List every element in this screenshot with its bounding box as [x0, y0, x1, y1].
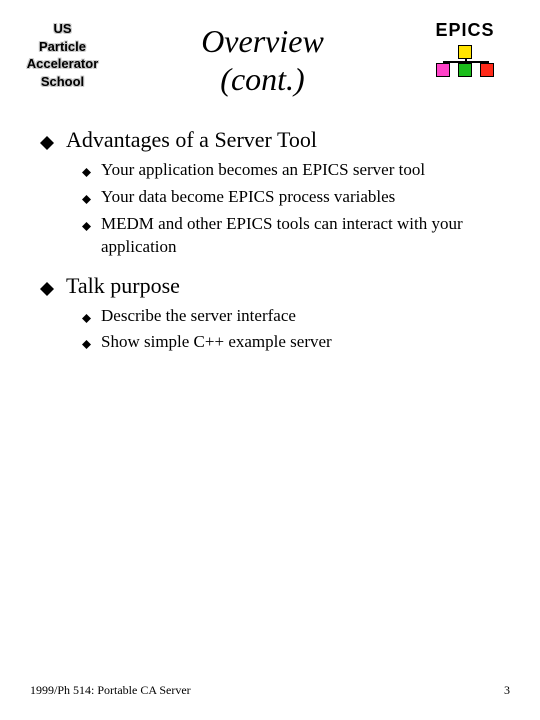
slide-content: Advantages of a Server Tool Your applica… [0, 109, 540, 355]
diamond-bullet-icon [82, 195, 91, 204]
item-text: Your data become EPICS process variables [101, 186, 395, 209]
square-icon [480, 63, 494, 77]
square-icon [458, 63, 472, 77]
list-item: Your application becomes an EPICS server… [82, 159, 500, 182]
section-title: Talk purpose [66, 273, 180, 299]
square-icon [436, 63, 450, 77]
diamond-bullet-icon [40, 136, 54, 150]
diamond-bullet-icon [82, 314, 91, 323]
item-text: Show simple C++ example server [101, 331, 332, 354]
section-heading: Talk purpose [40, 273, 500, 299]
slide-footer: 1999/Ph 514: Portable CA Server 3 [30, 683, 510, 698]
footer-left: 1999/Ph 514: Portable CA Server [30, 683, 191, 698]
epics-label: EPICS [420, 20, 510, 41]
title-line1: Overview [105, 22, 420, 60]
epics-logo: EPICS [420, 20, 510, 79]
square-icon [458, 45, 472, 59]
item-text: MEDM and other EPICS tools can interact … [101, 213, 500, 259]
logo-line: US [20, 20, 105, 38]
logo-line: School [20, 73, 105, 91]
item-text: Your application becomes an EPICS server… [101, 159, 425, 182]
slide-title: Overview (cont.) [105, 20, 420, 99]
section: Advantages of a Server Tool Your applica… [40, 127, 500, 259]
sub-list: Describe the server interface Show simpl… [40, 305, 500, 355]
page-number: 3 [504, 683, 510, 698]
logo-line: Accelerator [20, 55, 105, 73]
logo-line: Particle [20, 38, 105, 56]
list-item: Your data become EPICS process variables [82, 186, 500, 209]
item-text: Describe the server interface [101, 305, 296, 328]
diamond-bullet-icon [82, 222, 91, 231]
section-heading: Advantages of a Server Tool [40, 127, 500, 153]
title-line2: (cont.) [105, 60, 420, 98]
slide-header: US Particle Accelerator School Overview … [0, 0, 540, 109]
epics-icon [430, 45, 500, 79]
section-title: Advantages of a Server Tool [66, 127, 317, 153]
list-item: MEDM and other EPICS tools can interact … [82, 213, 500, 259]
list-item: Describe the server interface [82, 305, 500, 328]
diamond-bullet-icon [40, 282, 54, 296]
uspas-logo: US Particle Accelerator School [20, 20, 105, 90]
sub-list: Your application becomes an EPICS server… [40, 159, 500, 259]
list-item: Show simple C++ example server [82, 331, 500, 354]
section: Talk purpose Describe the server interfa… [40, 273, 500, 355]
diamond-bullet-icon [82, 168, 91, 177]
diamond-bullet-icon [82, 340, 91, 349]
